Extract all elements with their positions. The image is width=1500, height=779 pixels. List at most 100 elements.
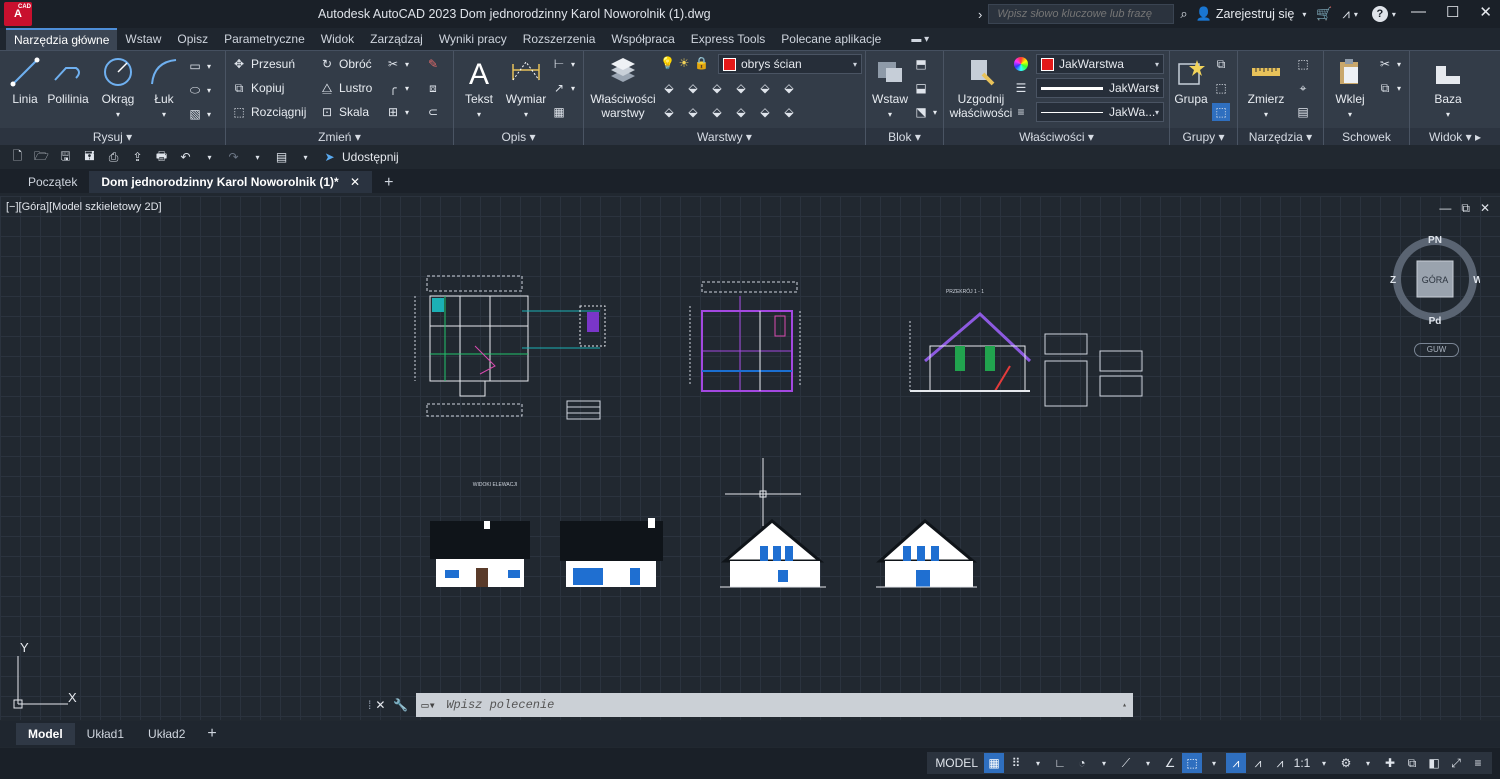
tab-drawing[interactable]: Dom jednorodzinny Karol Noworolnik (1)* … (89, 171, 373, 193)
autodesk-a360-icon[interactable]: ⩘ (1343, 6, 1350, 22)
arc-button[interactable]: Łuk ▾ (145, 56, 183, 120)
grip-icon[interactable]: ⁞ (368, 698, 371, 712)
ungroup-button[interactable]: ⧉ (1214, 57, 1228, 71)
tab-output[interactable]: Wyniki pracy (431, 29, 515, 49)
chevron-down-icon[interactable]: ▾ (1264, 110, 1268, 119)
hatch-button[interactable]: ▧ ▾ (188, 107, 211, 121)
share-button[interactable]: Udostępnij (342, 150, 399, 164)
base-view-button[interactable]: Baza ▾ (1428, 56, 1468, 120)
units-icon[interactable]: ⧉ (1402, 753, 1422, 773)
close-icon[interactable]: ✕ (375, 698, 385, 712)
tab-featured-apps[interactable]: Polecane aplikacje (773, 29, 889, 49)
group-select-button[interactable]: ⬚ (1212, 103, 1230, 121)
chevron-down-icon[interactable]: ▾ (1302, 10, 1306, 19)
drawing-canvas[interactable]: [−][Góra][Model szkieletowy 2D] — ⧉ ✕ GÓ… (0, 196, 1500, 720)
ortho-icon[interactable]: ∟ (1050, 753, 1070, 773)
create-block-button[interactable]: ⬒ (914, 57, 928, 71)
paste-button[interactable]: Wklej ▾ (1330, 56, 1370, 120)
scale-value[interactable]: 1:1 (1292, 753, 1312, 773)
close-icon[interactable]: ✕ (1479, 3, 1492, 21)
tab-insert[interactable]: Wstaw (117, 29, 169, 49)
chevron-down-icon[interactable]: ▾ (162, 110, 166, 119)
line-button[interactable]: Linia (8, 56, 42, 106)
layer-tool-icon[interactable]: ⬙ (662, 105, 676, 119)
annotation-scale-icon[interactable]: ⩘ (1270, 753, 1290, 773)
save-icon[interactable]: 🖫 (58, 149, 73, 164)
minimize-icon[interactable]: — (1411, 3, 1426, 21)
panel-properties-label[interactable]: Właściwości ▾ (944, 128, 1169, 146)
command-input[interactable]: ▭▾ Wpisz polecenie ▴ (416, 693, 1133, 717)
tab-parametric[interactable]: Parametryczne (216, 29, 313, 49)
linear-dim-button[interactable]: ⊢ ▾ (552, 57, 575, 71)
customize-menu-icon[interactable]: ≡ (1468, 753, 1488, 773)
ellipse-button[interactable]: ⬭ ▾ (188, 83, 211, 97)
rotate-button[interactable]: ↻ Obróć (320, 57, 372, 71)
user-icon[interactable]: 👤 (1196, 6, 1212, 22)
chevron-down-icon[interactable]: ▾ (202, 150, 217, 164)
tab-model[interactable]: Model (16, 723, 75, 745)
tab-view[interactable]: Widok (313, 29, 362, 49)
export-icon[interactable]: ⇪ (130, 150, 145, 164)
tab-layout2[interactable]: Układ2 (136, 723, 197, 745)
app-menu-button[interactable]: A CAD (4, 2, 32, 26)
calculator-button[interactable]: ▤ (1296, 105, 1310, 119)
search-icon[interactable]: ⌕ (1180, 6, 1187, 22)
panel-clipboard-label[interactable]: Schowek (1324, 128, 1409, 146)
maximize-icon[interactable]: ☐ (1446, 3, 1459, 21)
panel-utilities-label[interactable]: Narzędzia ▾ (1238, 128, 1323, 146)
tab-home[interactable]: Narzędzia główne (6, 28, 118, 50)
annotation-visibility-icon[interactable]: ⩘ (1226, 753, 1246, 773)
scale-button[interactable]: ⊡ Skala (320, 105, 369, 119)
layer-properties-button[interactable]: Właściwości warstwy (590, 56, 656, 120)
chevron-down-icon[interactable]: ▾ (1358, 753, 1378, 773)
layer-tool-icon[interactable]: ⬙ (758, 105, 772, 119)
auto-scale-icon[interactable]: ⩘ (1248, 753, 1268, 773)
layer-dropdown[interactable]: obrys ścian ▾ (718, 54, 862, 74)
layer-tool-icon[interactable]: ⬙ (662, 81, 676, 95)
chevron-down-icon[interactable]: ▾ (888, 110, 892, 119)
sign-in-link[interactable]: Zarejestruj się (1216, 7, 1295, 21)
dimension-button[interactable]: Wymiar ▾ (504, 56, 548, 120)
panel-layers-label[interactable]: Warstwy ▾ (584, 128, 865, 146)
isolate-objects-icon[interactable]: ◧ (1424, 753, 1444, 773)
lineweight-dropdown[interactable]: JakWarst ▾ (1036, 78, 1164, 98)
table-button[interactable]: ▦ (552, 105, 566, 119)
close-icon[interactable]: ✕ (350, 175, 360, 189)
panel-draw-label[interactable]: Rysuj ▾ (0, 128, 225, 146)
chevron-down-icon[interactable]: ▾ (1094, 753, 1114, 773)
block-attribute-button[interactable]: ⬔ ▾ (914, 105, 937, 119)
chevron-down-icon[interactable]: ▾ (1138, 753, 1158, 773)
polyline-button[interactable]: Polilinia (45, 56, 91, 106)
tab-start[interactable]: Początek (16, 171, 89, 193)
model-space-button[interactable]: MODEL (931, 753, 982, 773)
edit-block-button[interactable]: ⬓ (914, 81, 928, 95)
panel-annotation-label[interactable]: Opis ▾ (454, 128, 583, 146)
workspace-icon[interactable]: ▤ (274, 150, 289, 164)
match-properties-button[interactable]: Uzgodnij właściwości (948, 56, 1014, 120)
leader-button[interactable]: ↗ ▾ (552, 81, 575, 95)
grid-icon[interactable]: ▦ (984, 753, 1004, 773)
stretch-button[interactable]: ⬚ Rozciągnij (232, 105, 306, 119)
id-point-button[interactable]: ⌖ (1296, 81, 1310, 95)
add-layout-button[interactable]: + (197, 724, 226, 744)
chevron-down-icon[interactable]: ▾ (1348, 110, 1352, 119)
insert-button[interactable]: Wstaw ▾ (870, 56, 910, 120)
chevron-down-icon[interactable]: ▾ (1392, 10, 1396, 19)
panel-view-label[interactable]: Widok ▾ ▸ (1410, 128, 1500, 146)
layer-tool-icon[interactable]: ⬙ (686, 105, 700, 119)
layer-tool-icon[interactable]: ⬙ (782, 81, 796, 95)
color-dropdown[interactable]: JakWarstwa ▾ (1036, 54, 1164, 74)
cut-button[interactable]: ✂ ▾ (1378, 57, 1401, 71)
cart-icon[interactable]: 🛒 (1316, 6, 1332, 22)
explode-button[interactable]: ⧈ (426, 81, 440, 95)
plus-icon[interactable]: ✚ (1380, 753, 1400, 773)
gear-icon[interactable]: ⚙ (1336, 753, 1356, 773)
open-folder-icon[interactable]: 🗁 (34, 149, 49, 164)
print-icon[interactable]: 🖶 (154, 149, 169, 164)
object-snap-icon[interactable]: ⬚ (1182, 753, 1202, 773)
trim-button[interactable]: ✂ ▾ (386, 57, 409, 71)
fullscreen-icon[interactable]: ⤢ (1446, 753, 1466, 773)
help-icon[interactable]: ? (1371, 6, 1388, 22)
copy-button[interactable]: ⧉ Kopiuj (232, 81, 285, 95)
panel-groups-label[interactable]: Grupy ▾ (1170, 128, 1237, 146)
